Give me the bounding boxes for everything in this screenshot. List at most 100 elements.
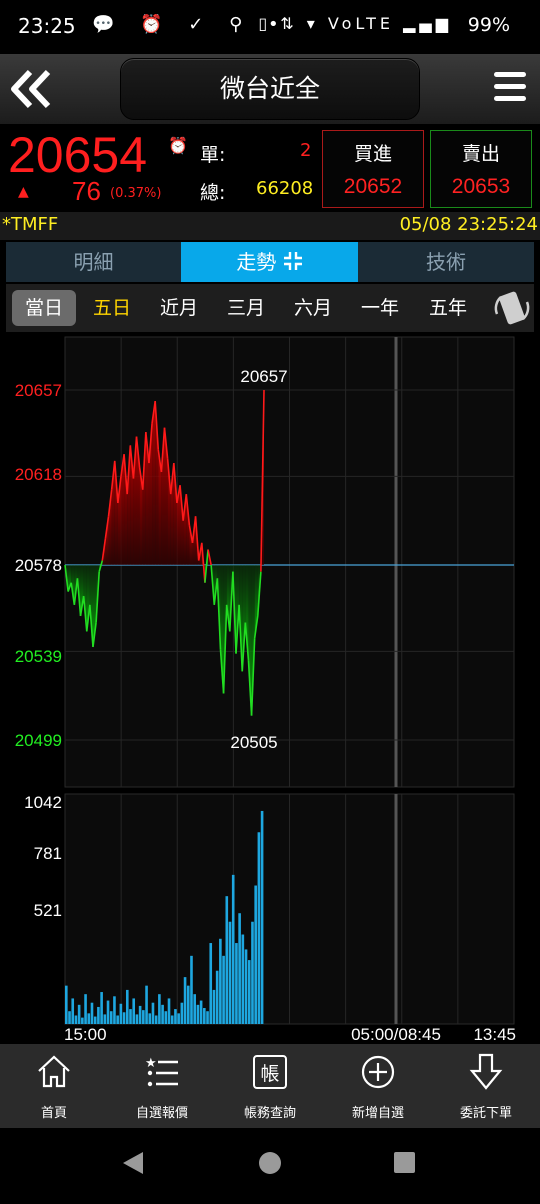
sell-box[interactable]: 賣出 20653 [430, 130, 532, 208]
tab-technical[interactable]: 技術 [358, 242, 534, 282]
tab-trend[interactable]: 走勢 [181, 242, 358, 282]
volume-bar [238, 913, 241, 1024]
volume-bar [109, 1011, 113, 1024]
period-6month[interactable]: 六月 [281, 290, 345, 326]
volume-bar [84, 994, 87, 1024]
volume-bar [100, 992, 103, 1024]
system-nav-bar [0, 1128, 540, 1200]
svg-text:★: ★ [145, 1056, 157, 1071]
nav-watchlist[interactable]: ★ 自選報價 [108, 1044, 216, 1128]
volume-bar [113, 996, 116, 1024]
volume-bar [219, 938, 222, 1024]
volume-bar [125, 989, 129, 1024]
volume-bar [71, 998, 75, 1024]
double-chevron-left-icon [11, 69, 51, 109]
volume-bar [190, 955, 193, 1024]
buy-box[interactable]: 買進 20652 [322, 130, 424, 208]
period-5day[interactable]: 五日 [80, 290, 144, 326]
period-selector: 當日 五日 近月 三月 六月 一年 五年 [6, 284, 534, 332]
volume-bar [65, 985, 68, 1024]
period-today[interactable]: 當日 [12, 290, 76, 326]
watchlist-icon: ★ [145, 1056, 178, 1087]
price-change-percent: (0.37%) [110, 186, 162, 201]
collapse-icon [283, 252, 302, 270]
volume-bar [103, 1014, 107, 1024]
home-icon [38, 1055, 70, 1088]
up-arrow-icon: ▲ [18, 184, 29, 200]
rotate-screen-button[interactable] [492, 288, 532, 328]
volume-bar [151, 1002, 155, 1024]
view-tabs: 明細 走勢 技術 [6, 242, 534, 282]
volume-bar [135, 1014, 139, 1024]
volume-bar [81, 1017, 84, 1024]
volume-bar [164, 1011, 168, 1024]
volume-bar [174, 1009, 177, 1024]
alarm-icon[interactable]: ⏰ [168, 136, 188, 155]
volume-bar [68, 1011, 71, 1024]
volume-bar [122, 1012, 126, 1024]
nav-watchlist-label: 自選報價 [135, 1106, 188, 1121]
symbol-code: *TMFF [2, 214, 59, 235]
volume-bar [180, 1002, 184, 1024]
order-icon [469, 1053, 503, 1090]
price-tick-3: 20578 [15, 556, 62, 575]
page-title: 微台近全 [219, 74, 320, 103]
volume-bar [145, 985, 148, 1024]
price-tick-4: 20539 [15, 647, 62, 666]
nav-order[interactable]: 委託下單 [432, 1044, 540, 1128]
nav-home[interactable]: 首頁 [0, 1044, 108, 1128]
volume-bar [142, 1010, 145, 1024]
volume-bar [251, 921, 254, 1024]
home-circle-icon[interactable] [259, 1152, 281, 1174]
volume-bar [132, 998, 136, 1024]
back-triangle-icon[interactable] [123, 1152, 143, 1174]
trend-chart[interactable]: 20657 20618 20578 20539 20499 20657 2050… [0, 332, 540, 1044]
low-label: 20505 [230, 733, 277, 752]
volume-bar [119, 1003, 123, 1024]
tab-details[interactable]: 明細 [6, 242, 181, 282]
price-tick-2: 20618 [15, 465, 62, 484]
nav-account[interactable]: 帳 帳務查詢 [216, 1044, 324, 1128]
unit-volume-label: 單: [200, 144, 226, 166]
volume-bar [203, 1008, 206, 1024]
period-1year[interactable]: 一年 [348, 290, 412, 326]
volume-bar [116, 1015, 119, 1024]
volume-bar [138, 1005, 142, 1024]
back-button[interactable] [8, 66, 54, 112]
quote-panel: 20654 ⏰ ▲ 76 (0.37%) 單: 2 總: 66208 買進 20… [0, 124, 540, 212]
volume-bar [235, 943, 238, 1024]
unit-volume-value: 2 [300, 140, 312, 161]
volume-bar [186, 985, 190, 1024]
volume-bar [254, 885, 257, 1024]
period-5year[interactable]: 五年 [416, 290, 480, 326]
x-label-end: 13:45 [473, 1025, 516, 1044]
nav-add-watch[interactable]: 新增自選 [324, 1044, 432, 1128]
nav-home-label: 首頁 [40, 1106, 67, 1121]
volume-bar [193, 994, 196, 1024]
volume-bar [257, 832, 261, 1024]
volume-bar [93, 1016, 97, 1024]
signal-icons: ▯ ⇅ ▾ VoLTE ▂▄▆ [258, 14, 452, 33]
bottom-nav: 首頁 ★ 自選報價 帳 帳務查詢 新增自選 委託下單 [0, 1044, 540, 1128]
status-bar: 23:25 💬 ⏰ ✓ ⚲ • ▯ ⇅ ▾ VoLTE ▂▄▆ 99% [0, 0, 540, 54]
buy-label: 買進 [353, 143, 392, 165]
period-3month[interactable]: 三月 [214, 290, 278, 326]
volume-bar [106, 1000, 110, 1024]
battery-level: 99% [467, 14, 510, 36]
total-volume-value: 66208 [256, 178, 314, 199]
volume-bar [90, 1002, 94, 1024]
add-icon [361, 1055, 395, 1089]
volume-bar [196, 1004, 200, 1024]
volume-bar [170, 1015, 174, 1024]
volume-bar [183, 977, 187, 1024]
recents-square-icon[interactable] [394, 1152, 415, 1173]
period-1month[interactable]: 近月 [147, 290, 211, 326]
title-selector[interactable]: 微台近全 [120, 58, 420, 120]
nav-account-label: 帳務查詢 [243, 1106, 296, 1121]
volume-tick-2: 781 [34, 844, 62, 863]
volume-bar [228, 921, 232, 1024]
volume-bar [77, 1004, 81, 1024]
volume-bar [215, 970, 219, 1024]
volume-bar [206, 1011, 209, 1024]
menu-button[interactable] [494, 72, 526, 106]
